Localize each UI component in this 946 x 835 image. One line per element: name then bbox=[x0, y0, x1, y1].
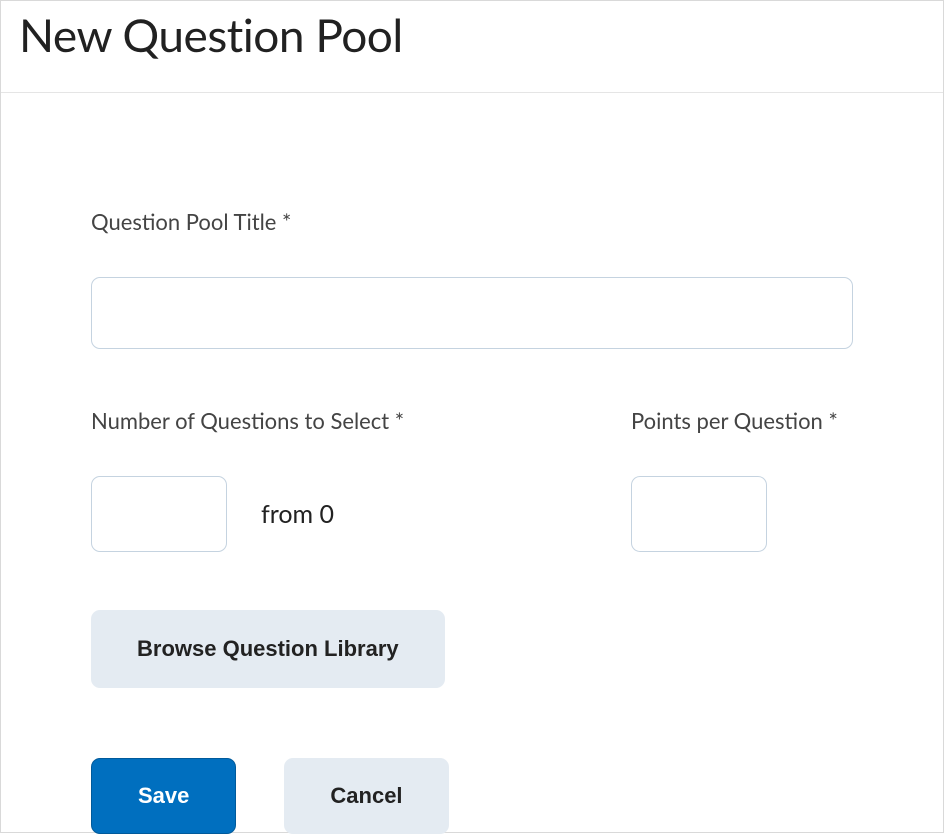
cancel-button[interactable]: Cancel bbox=[284, 758, 448, 834]
dialog-header: New Question Pool bbox=[1, 1, 943, 93]
points-column: Points per Question * bbox=[631, 407, 853, 552]
title-label: Question Pool Title * bbox=[91, 208, 853, 235]
num-questions-input[interactable] bbox=[91, 476, 227, 552]
title-input[interactable] bbox=[91, 277, 853, 349]
fields-row: Number of Questions to Select * from 0 P… bbox=[91, 407, 853, 552]
action-buttons: Save Cancel bbox=[91, 758, 853, 834]
page-title: New Question Pool bbox=[19, 7, 925, 62]
from-text: from 0 bbox=[261, 499, 334, 529]
points-label: Points per Question * bbox=[631, 407, 853, 434]
num-questions-label: Number of Questions to Select * bbox=[91, 407, 631, 434]
num-questions-column: Number of Questions to Select * from 0 bbox=[91, 407, 631, 552]
dialog-container: New Question Pool Question Pool Title * … bbox=[0, 0, 944, 833]
num-questions-row: from 0 bbox=[91, 476, 631, 552]
browse-question-library-button[interactable]: Browse Question Library bbox=[91, 610, 445, 688]
points-input[interactable] bbox=[631, 476, 767, 552]
form-area: Question Pool Title * Number of Question… bbox=[1, 93, 943, 834]
save-button[interactable]: Save bbox=[91, 758, 236, 834]
